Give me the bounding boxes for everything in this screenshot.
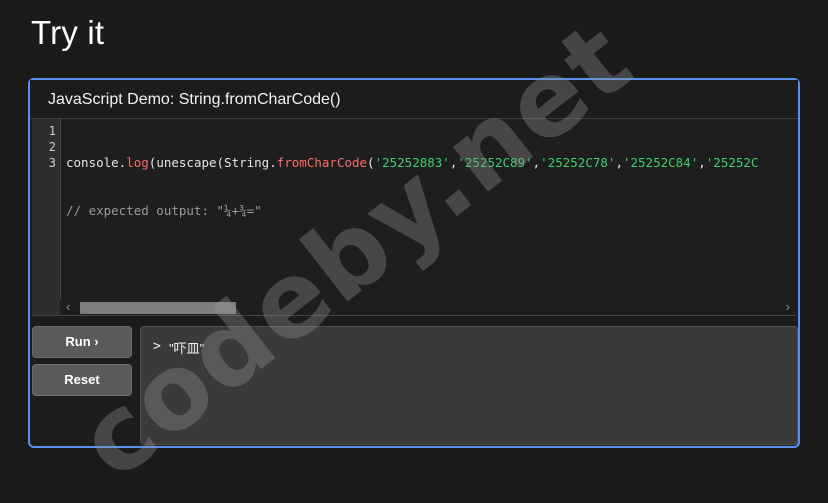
reset-button[interactable]: Reset	[32, 364, 132, 396]
demo-title: JavaScript Demo: String.fromCharCode()	[48, 91, 341, 108]
code-token-function: fromCharCode	[276, 155, 368, 170]
demo-header: JavaScript Demo: String.fromCharCode()	[30, 80, 798, 119]
console-prompt-icon: >	[153, 339, 161, 354]
code-token-string: '25252C84'	[622, 155, 699, 170]
code-token-function: log	[126, 155, 149, 170]
scroll-right-icon[interactable]: ›	[786, 300, 790, 314]
code-token-string: '25252883'	[374, 155, 450, 170]
code-token: (	[367, 155, 375, 170]
code-token: ,	[698, 155, 706, 170]
line-number: 2	[48, 140, 56, 154]
code-editor[interactable]: 1 2 3 console.log(unescape(String.fromCh…	[32, 119, 796, 316]
code-token-string: '25252C78'	[540, 155, 616, 170]
line-number-gutter: 1 2 3	[32, 119, 61, 315]
line-number: 3	[48, 156, 56, 170]
horizontal-scrollbar[interactable]: ‹ ›	[60, 299, 796, 315]
code-token: ,	[615, 155, 623, 170]
code-token-string: '25252C	[705, 155, 759, 170]
demo-frame: JavaScript Demo: String.fromCharCode() 1…	[28, 78, 800, 448]
scrollbar-thumb[interactable]	[80, 302, 236, 314]
code-content[interactable]: console.log(unescape(String.fromCharCode…	[66, 123, 796, 303]
code-token: (unescape(String.	[148, 155, 277, 170]
run-button[interactable]: Run ›	[32, 326, 132, 358]
code-token-string: '25252C89'	[457, 155, 533, 170]
console-output-panel: > "吓皿"	[140, 326, 798, 445]
code-line-2: // expected output: "¼+¾="	[66, 203, 262, 218]
code-line-1: console.log(unescape(String.fromCharCode…	[66, 155, 796, 171]
scroll-left-icon[interactable]: ‹	[66, 300, 70, 314]
page-title: Try it	[31, 14, 105, 51]
line-number: 1	[48, 124, 56, 138]
console-output-text: "吓皿"	[169, 341, 205, 356]
code-token: console.	[66, 155, 127, 170]
